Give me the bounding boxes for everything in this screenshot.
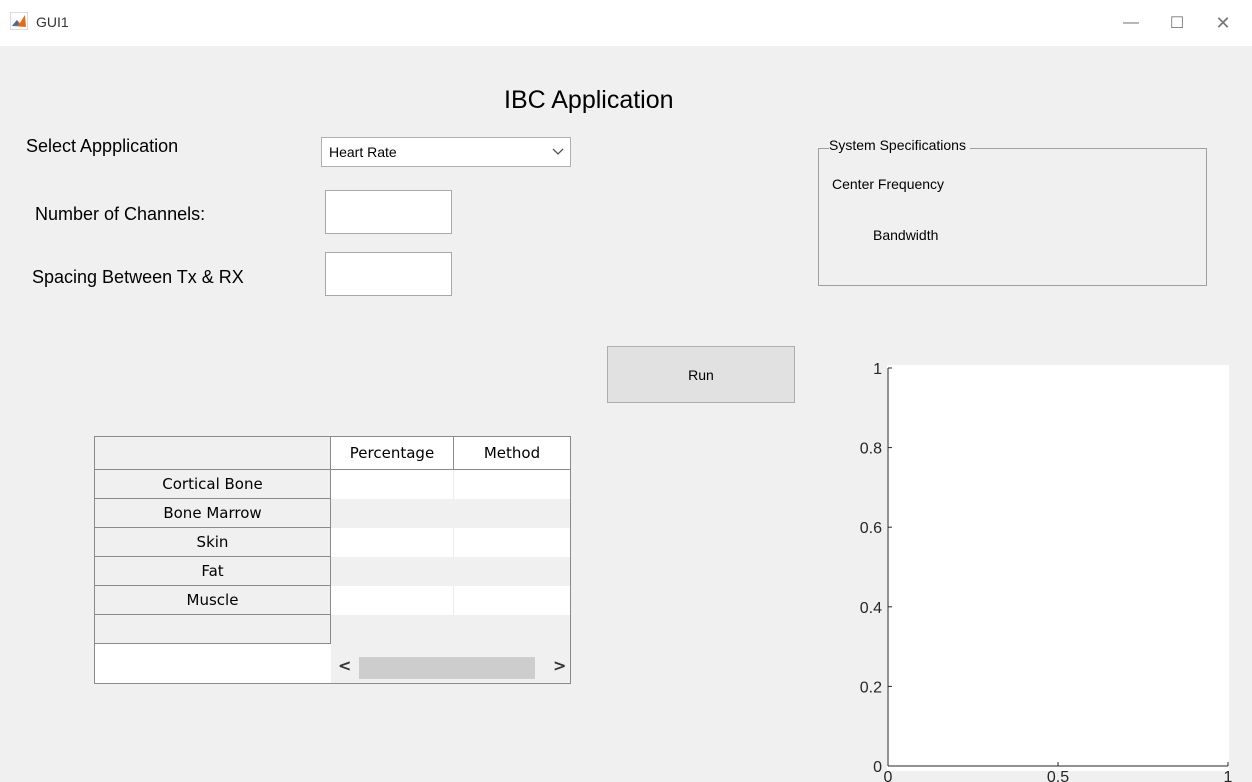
- y-tick-label: 0.6: [860, 520, 882, 537]
- x-tick-label: 1: [1224, 769, 1233, 782]
- plot-axes: 0 0.2 0.4 0.6 0.8 1 0 0.5 1: [860, 361, 1233, 782]
- y-tick-label: 0.4: [860, 600, 882, 617]
- y-tick-label: 0: [873, 759, 882, 776]
- y-tick-label: 0.2: [860, 679, 882, 696]
- y-tick-label: 0.8: [860, 441, 882, 458]
- x-tick-label: 0: [884, 769, 893, 782]
- y-tick-label: 1: [873, 361, 882, 378]
- x-tick-label: 0.5: [1047, 769, 1069, 782]
